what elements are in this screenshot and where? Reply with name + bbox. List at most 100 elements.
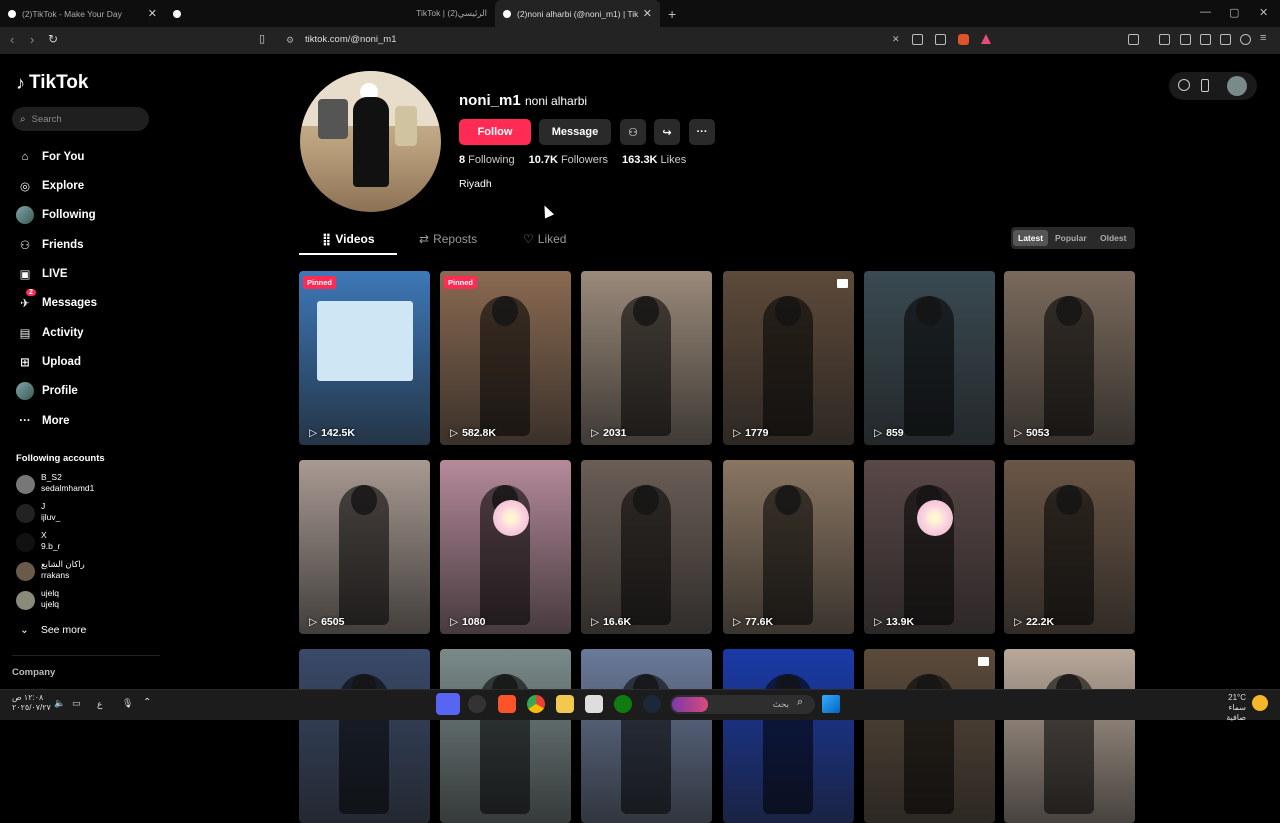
- media-icon[interactable]: [1159, 34, 1170, 45]
- cast-icon[interactable]: [912, 34, 923, 45]
- more-options-button[interactable]: ···: [689, 119, 715, 145]
- video-card[interactable]: Pinned ▷ 142.5K: [299, 271, 430, 445]
- file-explorer-icon[interactable]: [556, 695, 574, 713]
- extensions-icon[interactable]: [1128, 34, 1139, 45]
- sidebar-item-for-you[interactable]: ⌂ For You: [16, 148, 85, 166]
- following-account-item[interactable]: ujelq ujelq: [16, 588, 59, 610]
- xbox-icon[interactable]: [614, 695, 632, 713]
- sidebar-item-messages[interactable]: ✈ 2 Messages: [16, 289, 97, 312]
- video-card[interactable]: ▷ 5053: [1004, 271, 1135, 445]
- video-card[interactable]: Pinned ▷ 582.8K: [440, 271, 571, 445]
- sort-latest[interactable]: Latest: [1013, 230, 1049, 246]
- close-window-button[interactable]: ✕: [1259, 6, 1268, 19]
- sidebar-item-explore[interactable]: ◎ Explore: [16, 177, 84, 195]
- app-download-icon[interactable]: [1201, 79, 1209, 92]
- app-icon[interactable]: [468, 695, 486, 713]
- user-avatar[interactable]: [1227, 76, 1247, 96]
- browser-tab[interactable]: (2)TikTok - Make Your Day ✕: [0, 0, 165, 27]
- volume-icon[interactable]: 🔈: [54, 698, 65, 709]
- video-card[interactable]: ▷ 22.2K: [1004, 460, 1135, 634]
- following-account-item[interactable]: B_S2 sedalmhamd1: [16, 472, 94, 494]
- maximize-button[interactable]: ▢: [1229, 6, 1239, 19]
- tab-videos[interactable]: ⣿ Videos: [322, 232, 375, 246]
- back-button[interactable]: ‹: [10, 32, 14, 47]
- video-card[interactable]: ▷ 6505: [299, 460, 430, 634]
- profile-avatar[interactable]: [300, 71, 441, 212]
- leo-ai-icon[interactable]: [1220, 34, 1231, 45]
- browser-tab-active[interactable]: (2)noni alharbi (@noni_m1) | Tik ✕: [495, 0, 660, 27]
- brave-shield-icon[interactable]: [958, 34, 969, 45]
- tray-chevron-icon[interactable]: ⌃: [143, 697, 151, 708]
- video-card[interactable]: ▷ 1080: [440, 460, 571, 634]
- sidebar-item-activity[interactable]: ▤ Activity: [16, 324, 84, 342]
- close-tab-icon[interactable]: ✕: [643, 7, 652, 20]
- new-tab-button[interactable]: +: [668, 6, 676, 22]
- video-card[interactable]: ▷ 859: [864, 271, 995, 445]
- steam-icon[interactable]: [643, 695, 661, 713]
- url-text[interactable]: tiktok.com/@noni_m1: [305, 34, 396, 45]
- brave-icon[interactable]: [498, 695, 516, 713]
- store-icon[interactable]: [585, 695, 603, 713]
- tab-liked[interactable]: ♡ Liked: [523, 232, 566, 246]
- reload-icon[interactable]: ↻: [48, 32, 58, 46]
- following-account-item[interactable]: راكان الشايع rrakans: [16, 559, 85, 581]
- sidebar-item-upload[interactable]: ⊞ Upload: [16, 353, 81, 371]
- discord-icon[interactable]: [436, 693, 460, 715]
- video-card[interactable]: [440, 649, 571, 823]
- video-card[interactable]: ▷ 77.6K: [723, 460, 854, 634]
- video-card[interactable]: [864, 649, 995, 823]
- chrome-icon[interactable]: [527, 695, 545, 713]
- following-account-item[interactable]: Jijluv_: [16, 501, 60, 523]
- follow-button[interactable]: Follow: [459, 119, 531, 145]
- sidebar-icon[interactable]: [1180, 34, 1191, 45]
- network-icon[interactable]: ▭: [72, 698, 81, 709]
- following-account-item[interactable]: X 9.b_r: [16, 530, 60, 552]
- video-card[interactable]: [723, 649, 854, 823]
- search-input[interactable]: ⌕ Search: [12, 107, 149, 131]
- sort-oldest[interactable]: Oldest: [1095, 230, 1131, 246]
- video-card[interactable]: ▷ 13.9K: [864, 460, 995, 634]
- suggested-accounts-button[interactable]: ⚇: [620, 119, 646, 145]
- company-link[interactable]: Company: [12, 667, 55, 678]
- tab-reposts[interactable]: ⇄ Reposts: [419, 232, 477, 246]
- bag-shape: [395, 106, 417, 146]
- sidebar-item-more[interactable]: ··· More: [16, 412, 69, 430]
- video-card[interactable]: ▷ 1779: [723, 271, 854, 445]
- tiktok-logo[interactable]: ♪ TikTok: [16, 72, 88, 94]
- video-card[interactable]: [581, 649, 712, 823]
- get-coins-icon[interactable]: [1178, 79, 1190, 91]
- video-card[interactable]: ▷ 2031: [581, 271, 712, 445]
- menu-icon[interactable]: ≡: [1260, 32, 1271, 44]
- browser-tab[interactable]: TikTok | الرئيسي(2): [330, 0, 495, 27]
- share-icon[interactable]: [935, 34, 946, 45]
- video-card[interactable]: ▷ 16.6K: [581, 460, 712, 634]
- close-tab-icon[interactable]: ✕: [148, 7, 157, 20]
- see-more-button[interactable]: ⌄ See more: [20, 624, 86, 636]
- minimize-button[interactable]: —: [1200, 6, 1211, 18]
- weather-widget[interactable]: 21°C سماء صافية: [1208, 693, 1246, 723]
- sidebar-item-following[interactable]: Following: [16, 206, 96, 224]
- sidebar-item-profile[interactable]: Profile: [16, 382, 78, 400]
- following-stat[interactable]: 8 Following: [459, 154, 515, 166]
- share-button[interactable]: ↪: [654, 119, 680, 145]
- vpn-icon[interactable]: [1240, 34, 1251, 45]
- windows-start-icon[interactable]: [822, 695, 840, 713]
- sort-popular[interactable]: Popular: [1050, 230, 1092, 246]
- wallet-icon[interactable]: [1200, 34, 1211, 45]
- video-card[interactable]: [299, 649, 430, 823]
- followers-stat[interactable]: 10.7K Followers: [529, 154, 608, 166]
- tiktok-logo-icon: ♪: [16, 72, 25, 93]
- browser-tab[interactable]: [165, 0, 330, 27]
- taskbar-clock[interactable]: ١٢:٠٨ ص ٢٠٢٥/٠٧/٢٧: [12, 693, 51, 713]
- bookmark-icon[interactable]: ▯: [259, 32, 265, 45]
- sidebar-item-friends[interactable]: ⚇ Friends: [16, 236, 84, 254]
- microphone-icon[interactable]: 🎙: [122, 698, 133, 709]
- rewards-icon[interactable]: [981, 34, 991, 44]
- sidebar-item-live[interactable]: ▣ LIVE: [16, 265, 68, 283]
- site-info-icon[interactable]: ⚙: [286, 35, 294, 46]
- forward-button[interactable]: ›: [30, 32, 34, 47]
- video-card[interactable]: [1004, 649, 1135, 823]
- language-indicator[interactable]: ع: [97, 699, 102, 710]
- translate-icon[interactable]: ✕: [892, 34, 903, 45]
- message-button[interactable]: Message: [539, 119, 611, 145]
